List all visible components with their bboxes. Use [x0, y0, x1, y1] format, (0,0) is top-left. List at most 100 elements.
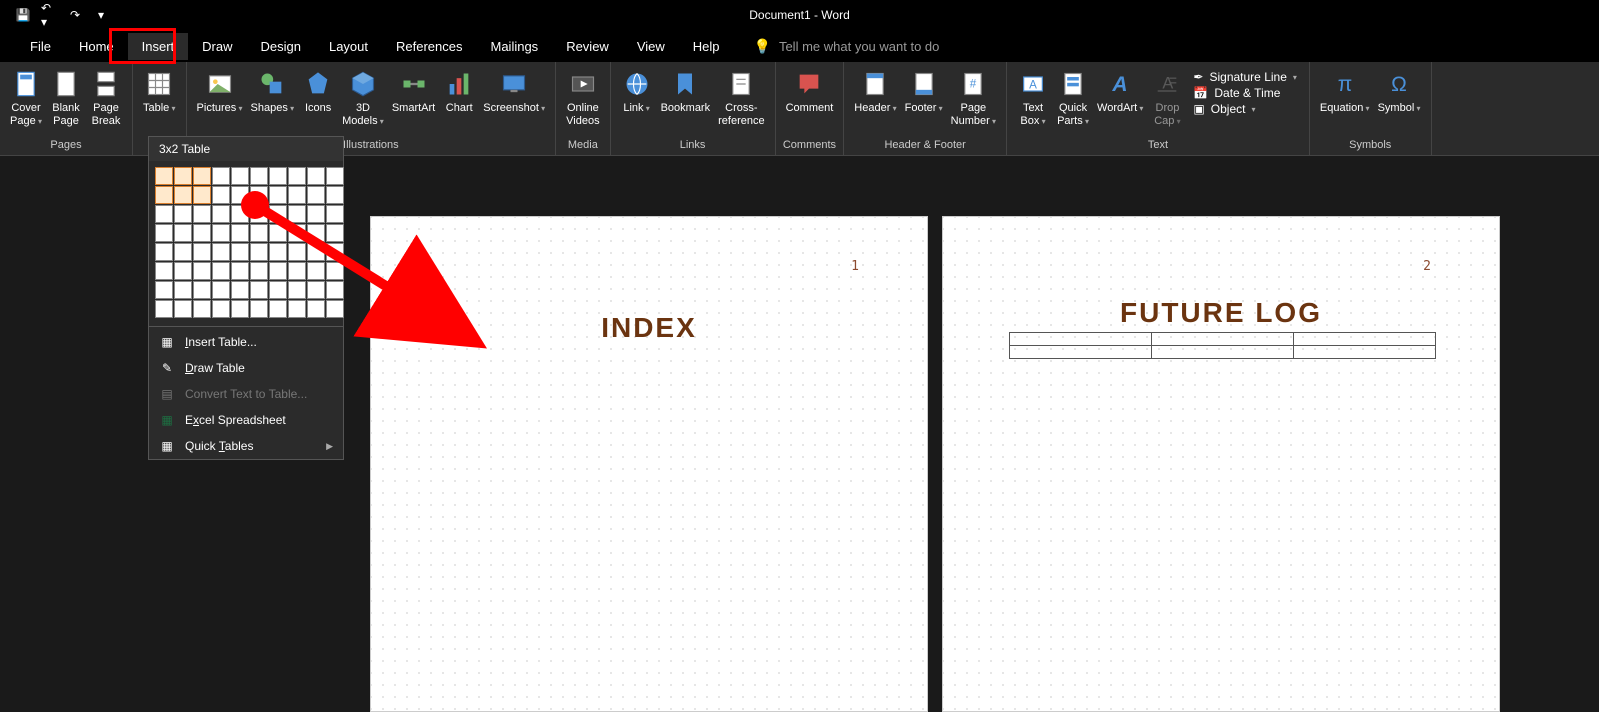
grid-cell[interactable]: [231, 167, 249, 185]
grid-cell[interactable]: [231, 262, 249, 280]
grid-cell[interactable]: [326, 167, 344, 185]
grid-cell[interactable]: [269, 205, 287, 223]
grid-cell[interactable]: [250, 186, 268, 204]
undo-icon[interactable]: ↶ ▾: [41, 7, 57, 23]
grid-cell[interactable]: [212, 262, 230, 280]
object-button[interactable]: ▣Object: [1193, 102, 1296, 116]
grid-cell[interactable]: [231, 224, 249, 242]
grid-cell[interactable]: [326, 186, 344, 204]
menu-layout[interactable]: Layout: [315, 33, 382, 60]
grid-cell[interactable]: [307, 224, 325, 242]
grid-cell[interactable]: [174, 300, 192, 318]
grid-cell[interactable]: [155, 167, 173, 185]
grid-cell[interactable]: [250, 281, 268, 299]
grid-cell[interactable]: [155, 186, 173, 204]
document-page-2[interactable]: 2 FUTURE LOG: [942, 216, 1500, 712]
grid-cell[interactable]: [155, 281, 173, 299]
grid-cell[interactable]: [326, 224, 344, 242]
future-log-table[interactable]: [1009, 332, 1436, 359]
grid-cell[interactable]: [212, 224, 230, 242]
grid-cell[interactable]: [212, 300, 230, 318]
menu-view[interactable]: View: [623, 33, 679, 60]
grid-cell[interactable]: [174, 262, 192, 280]
grid-cell[interactable]: [269, 300, 287, 318]
table-grid-picker[interactable]: [149, 161, 343, 324]
grid-cell[interactable]: [193, 205, 211, 223]
grid-cell[interactable]: [307, 167, 325, 185]
grid-cell[interactable]: [193, 224, 211, 242]
grid-cell[interactable]: [269, 262, 287, 280]
grid-cell[interactable]: [250, 205, 268, 223]
grid-cell[interactable]: [288, 281, 306, 299]
grid-cell[interactable]: [231, 281, 249, 299]
page-1-title[interactable]: INDEX: [371, 312, 927, 344]
cover-page-button[interactable]: Cover Page: [6, 66, 46, 137]
grid-cell[interactable]: [231, 186, 249, 204]
grid-cell[interactable]: [326, 300, 344, 318]
grid-cell[interactable]: [307, 262, 325, 280]
grid-cell[interactable]: [155, 262, 173, 280]
page-2-title[interactable]: FUTURE LOG: [943, 297, 1499, 329]
link-button[interactable]: Link: [617, 66, 657, 137]
grid-cell[interactable]: [288, 224, 306, 242]
quick-parts-button[interactable]: Quick Parts: [1053, 66, 1093, 137]
grid-cell[interactable]: [174, 186, 192, 204]
excel-spreadsheet-item[interactable]: ▦Excel Spreadsheet: [149, 407, 343, 433]
icons-button[interactable]: Icons: [298, 66, 338, 137]
grid-cell[interactable]: [193, 167, 211, 185]
grid-cell[interactable]: [212, 281, 230, 299]
pictures-button[interactable]: Pictures: [193, 66, 247, 137]
menu-mailings[interactable]: Mailings: [477, 33, 553, 60]
bookmark-button[interactable]: Bookmark: [657, 66, 715, 137]
grid-cell[interactable]: [193, 243, 211, 261]
grid-cell[interactable]: [250, 300, 268, 318]
grid-cell[interactable]: [250, 224, 268, 242]
grid-cell[interactable]: [288, 300, 306, 318]
grid-cell[interactable]: [212, 186, 230, 204]
grid-cell[interactable]: [269, 243, 287, 261]
insert-table-item[interactable]: ▦Insert Table...: [149, 329, 343, 355]
grid-cell[interactable]: [326, 281, 344, 299]
grid-cell[interactable]: [307, 281, 325, 299]
date-time-button[interactable]: 📅Date & Time: [1193, 86, 1296, 100]
chart-button[interactable]: Chart: [439, 66, 479, 137]
menu-references[interactable]: References: [382, 33, 476, 60]
grid-cell[interactable]: [250, 167, 268, 185]
grid-cell[interactable]: [250, 262, 268, 280]
redo-icon[interactable]: ↷: [67, 7, 83, 23]
grid-cell[interactable]: [155, 205, 173, 223]
header-button[interactable]: Header: [850, 66, 900, 137]
grid-cell[interactable]: [193, 262, 211, 280]
symbol-button[interactable]: ΩSymbol: [1374, 66, 1425, 137]
grid-cell[interactable]: [288, 186, 306, 204]
grid-cell[interactable]: [174, 205, 192, 223]
document-page-1[interactable]: 1 INDEX: [370, 216, 928, 712]
signature-line-button[interactable]: ✒Signature Line: [1193, 70, 1296, 84]
grid-cell[interactable]: [193, 186, 211, 204]
grid-cell[interactable]: [326, 243, 344, 261]
grid-cell[interactable]: [288, 262, 306, 280]
menu-review[interactable]: Review: [552, 33, 623, 60]
3d-models-button[interactable]: 3D Models: [338, 66, 388, 137]
online-videos-button[interactable]: Online Videos: [562, 66, 603, 137]
grid-cell[interactable]: [212, 205, 230, 223]
grid-cell[interactable]: [155, 243, 173, 261]
grid-cell[interactable]: [212, 167, 230, 185]
text-box-button[interactable]: AText Box: [1013, 66, 1053, 137]
grid-cell[interactable]: [269, 167, 287, 185]
draw-table-item[interactable]: ✎Draw Table: [149, 355, 343, 381]
grid-cell[interactable]: [307, 205, 325, 223]
cross-reference-button[interactable]: Cross- reference: [714, 66, 768, 137]
grid-cell[interactable]: [231, 243, 249, 261]
customize-qat-icon[interactable]: ▾: [93, 7, 109, 23]
equation-button[interactable]: πEquation: [1316, 66, 1374, 137]
tell-me[interactable]: 💡 Tell me what you want to do: [734, 38, 940, 55]
smartart-button[interactable]: SmartArt: [388, 66, 439, 137]
grid-cell[interactable]: [326, 205, 344, 223]
menu-design[interactable]: Design: [247, 33, 315, 60]
grid-cell[interactable]: [174, 281, 192, 299]
menu-draw[interactable]: Draw: [188, 33, 246, 60]
shapes-button[interactable]: Shapes: [247, 66, 299, 137]
page-number-button[interactable]: #Page Number: [947, 66, 1000, 137]
grid-cell[interactable]: [174, 243, 192, 261]
